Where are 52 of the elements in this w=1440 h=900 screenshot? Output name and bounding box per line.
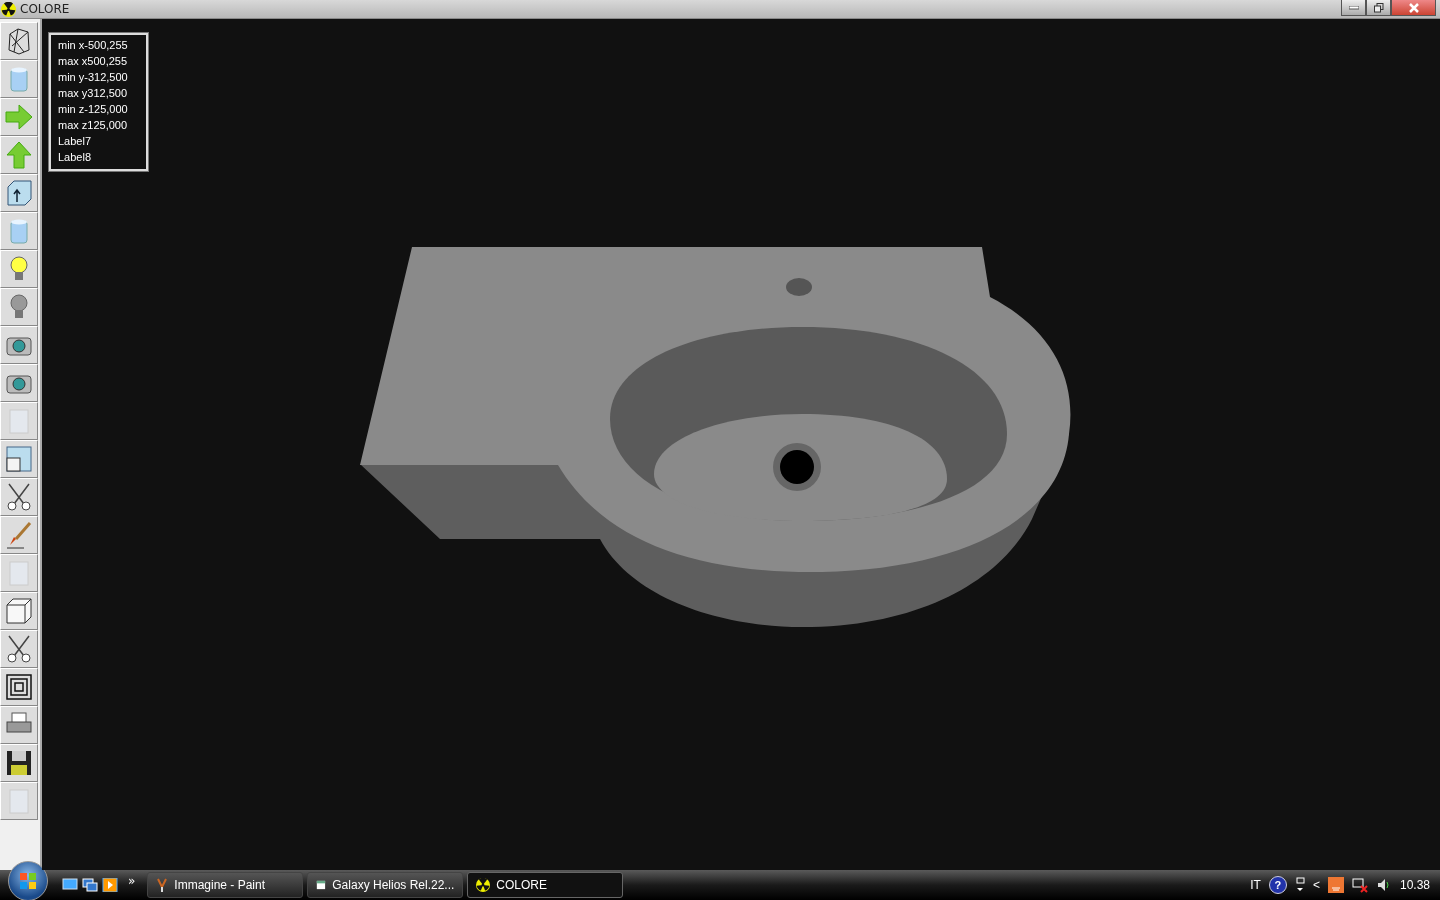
restore-button[interactable] <box>1366 0 1391 16</box>
switch-windows-icon[interactable] <box>82 878 98 892</box>
info-label: max x500,255 <box>58 54 129 69</box>
show-hidden-icons[interactable]: < <box>1312 878 1320 892</box>
toolbar-button[interactable] <box>0 174 38 212</box>
taskbar-task[interactable]: Immagine - Paint <box>147 872 304 898</box>
arrow-right-icon <box>4 102 34 132</box>
info-label: Label8 <box>58 150 93 165</box>
volume-icon[interactable] <box>1375 877 1392 893</box>
info-label: min y-312,500 <box>58 70 129 85</box>
media-player-icon[interactable] <box>102 878 118 892</box>
help-button[interactable]: ? <box>1268 876 1287 894</box>
info-label: min x-500,255 <box>58 38 129 53</box>
network-disconnected-icon[interactable] <box>1351 877 1368 893</box>
minimize-icon <box>1348 5 1359 10</box>
scissors-icon <box>4 482 34 512</box>
windows-logo-icon <box>19 872 37 890</box>
window-title: COLORE <box>20 2 71 16</box>
app-logo-icon <box>1 1 16 17</box>
radiation-icon <box>476 878 491 892</box>
close-icon <box>1408 2 1419 13</box>
cube-icon <box>4 596 34 626</box>
taskbar-task[interactable]: Galaxy Helios Rel.22... <box>307 872 464 898</box>
toolbar-button[interactable] <box>0 478 38 516</box>
desktop-icon[interactable] <box>62 878 78 892</box>
language-indicator[interactable]: IT <box>1250 878 1261 892</box>
taskbar-task[interactable]: COLORE <box>467 872 624 898</box>
brush-icon <box>4 520 34 550</box>
toolbar-button[interactable] <box>0 364 38 402</box>
window-icon <box>316 879 327 891</box>
info-label: Label7 <box>58 134 93 149</box>
info-label: max y312,500 <box>58 86 129 101</box>
toolbar-button[interactable] <box>0 668 38 706</box>
clock[interactable]: 10.38 <box>1399 878 1430 892</box>
window-switcher-icon[interactable] <box>1294 877 1305 893</box>
paintbrush-icon <box>156 878 169 892</box>
toolbar-button[interactable] <box>0 744 38 782</box>
close-button[interactable] <box>1391 0 1436 16</box>
info-label: max z125,000 <box>58 118 129 133</box>
box-arrow-icon <box>4 178 34 208</box>
toolbar-button[interactable] <box>0 630 38 668</box>
concentric-squares-icon <box>4 672 34 702</box>
toolbar-button[interactable] <box>0 326 38 364</box>
restore-icon <box>1373 2 1384 13</box>
scissors-icon <box>4 634 34 664</box>
toolbar-button[interactable] <box>0 22 38 60</box>
window-icon <box>4 444 34 474</box>
overflow-chevron[interactable]: » <box>128 874 136 888</box>
arrow-up-icon <box>4 140 34 170</box>
java-icon[interactable] <box>1327 877 1344 893</box>
info-label: min z-125,000 <box>58 102 129 117</box>
minimize-button[interactable] <box>1341 0 1366 16</box>
